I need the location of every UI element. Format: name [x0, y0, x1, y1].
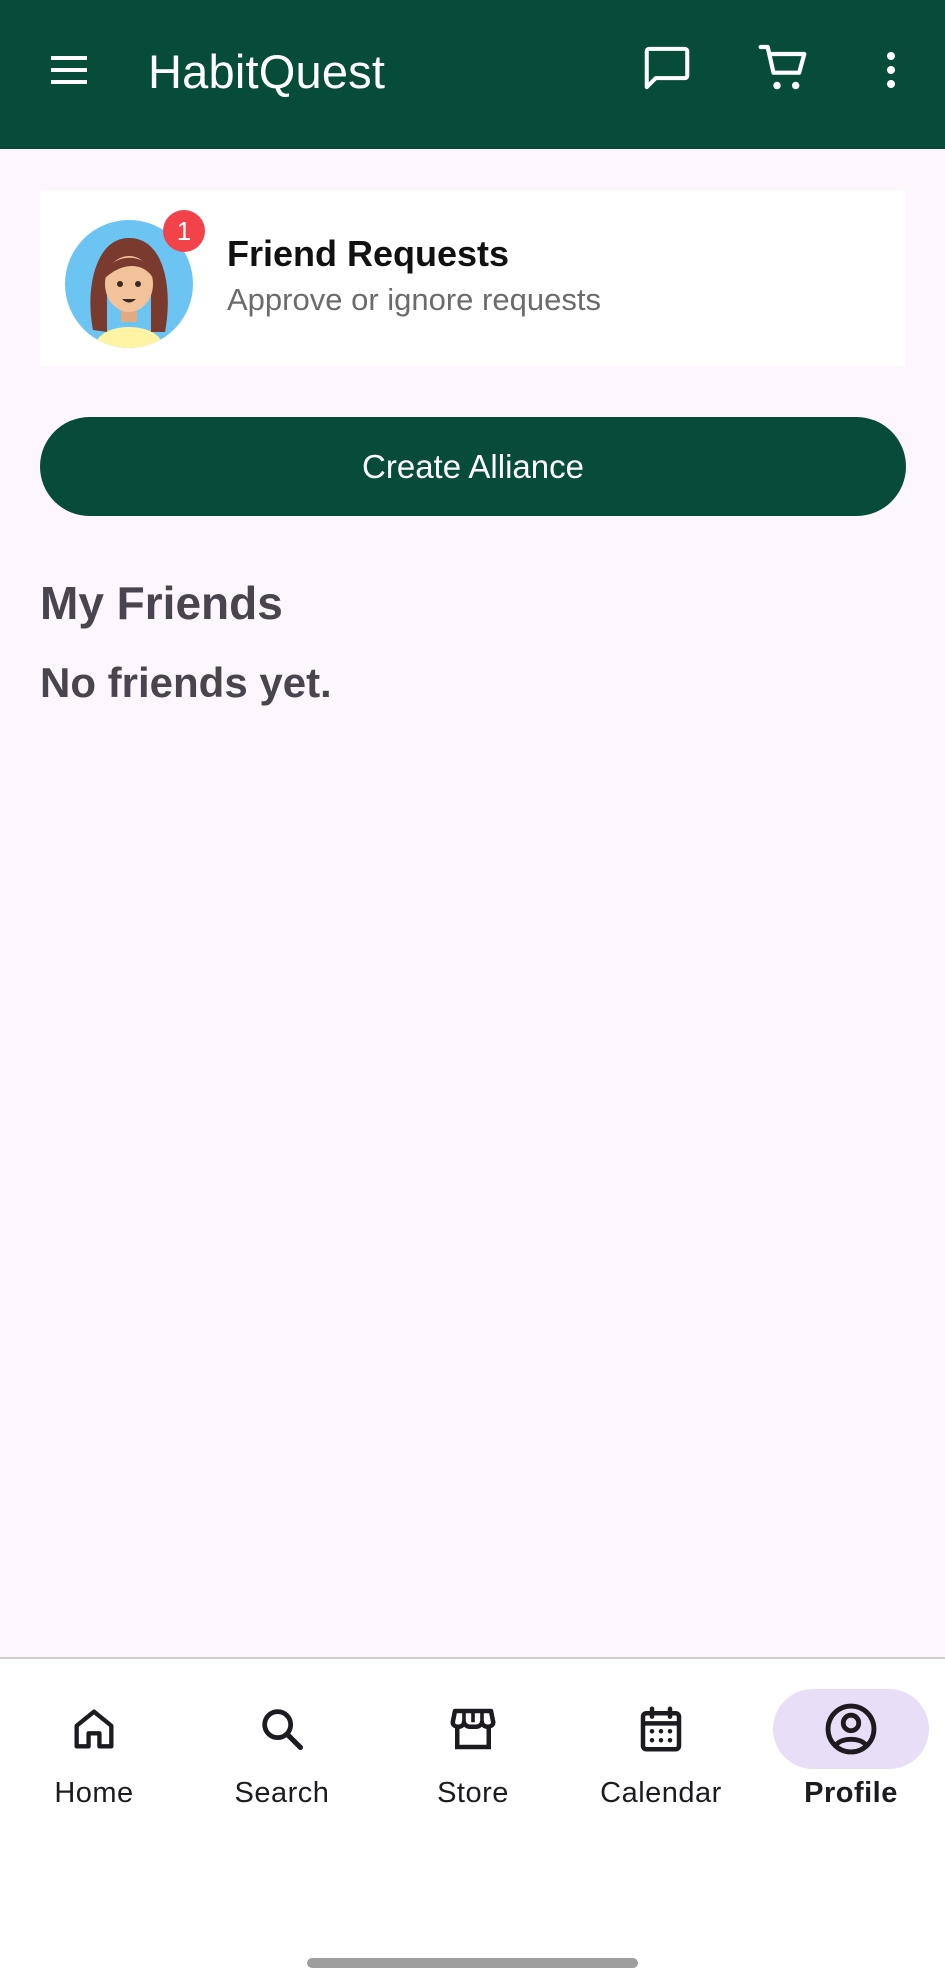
my-friends-heading: My Friends	[40, 577, 283, 629]
nav-label-calendar: Calendar	[600, 1777, 722, 1809]
nav-label-search: Search	[234, 1777, 330, 1809]
notification-badge: 1	[163, 210, 205, 252]
cart-icon	[758, 44, 807, 90]
nav-item-store[interactable]: Store	[388, 1689, 558, 1819]
friend-requests-card[interactable]: 1 Friend Requests Approve or ignore requ…	[40, 190, 905, 366]
more-options-button[interactable]	[851, 30, 931, 110]
home-icon	[74, 1709, 114, 1749]
nav-icon-container	[583, 1689, 739, 1769]
gesture-navigation-bar	[307, 1958, 638, 1968]
bottom-navigation: Home Search Store Calendar Profile	[0, 1657, 945, 1980]
card-subtitle: Approve or ignore requests	[227, 282, 601, 317]
search-icon	[262, 1709, 304, 1751]
empty-friends-message: No friends yet.	[40, 659, 332, 706]
account-circle-icon	[825, 1703, 877, 1755]
card-title: Friend Requests	[227, 233, 510, 274]
nav-icon-container	[395, 1689, 551, 1769]
nav-item-profile[interactable]: Profile	[766, 1689, 936, 1819]
nav-label-store: Store	[437, 1777, 509, 1809]
nav-label-home: Home	[54, 1777, 134, 1809]
menu-icon	[51, 56, 87, 84]
cart-button[interactable]	[744, 28, 824, 108]
avatar-container: 1	[65, 210, 245, 348]
nav-icon-container	[16, 1689, 172, 1769]
nav-active-indicator	[773, 1689, 929, 1769]
menu-button[interactable]	[29, 30, 109, 110]
more-vert-icon	[887, 52, 895, 88]
store-icon	[450, 1708, 496, 1750]
chat-button[interactable]	[627, 28, 707, 108]
nav-icon-container	[204, 1689, 360, 1769]
top-app-bar: HabitQuest	[0, 0, 945, 149]
nav-label-profile: Profile	[804, 1777, 898, 1809]
app-title: HabitQuest	[148, 45, 386, 98]
chat-icon	[644, 46, 690, 90]
create-alliance-button[interactable]: Create Alliance	[40, 417, 906, 516]
nav-item-calendar[interactable]: Calendar	[576, 1689, 746, 1819]
calendar-icon	[640, 1706, 682, 1752]
nav-item-home[interactable]: Home	[9, 1689, 179, 1819]
nav-item-search[interactable]: Search	[197, 1689, 367, 1819]
